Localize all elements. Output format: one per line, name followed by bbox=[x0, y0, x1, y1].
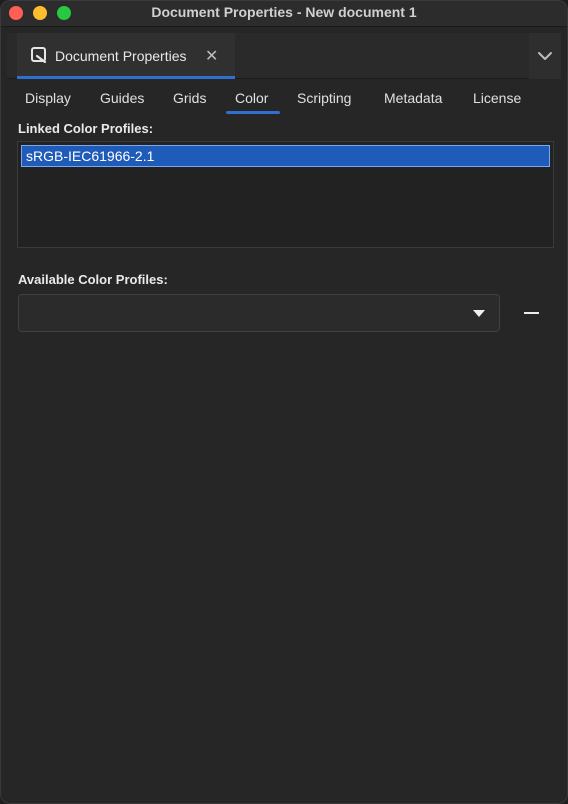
linked-profiles-list[interactable]: sRGB-IEC61966-2.1 bbox=[17, 141, 554, 248]
available-profiles-dropdown[interactable] bbox=[18, 294, 500, 332]
dropdown-arrow-icon bbox=[473, 310, 485, 317]
chevron-down-icon bbox=[538, 52, 552, 60]
dock-tab-label: Document Properties bbox=[55, 48, 187, 64]
document-properties-window: Document Properties - New document 1 Doc… bbox=[0, 0, 568, 804]
minus-icon bbox=[524, 312, 539, 314]
title-bar: Document Properties - New document 1 bbox=[1, 1, 567, 27]
dock-menu-button[interactable] bbox=[529, 33, 561, 79]
tab-scripting[interactable]: Scripting bbox=[297, 90, 351, 106]
dock-tab-bar: Document Properties ✕ bbox=[7, 33, 561, 79]
available-profiles-label: Available Color Profiles: bbox=[18, 272, 168, 287]
inkscape-document-icon bbox=[31, 47, 47, 63]
close-tab-icon[interactable]: ✕ bbox=[205, 46, 218, 66]
properties-tab-bar: Display Guides Grids Color Scripting Met… bbox=[7, 81, 561, 115]
tab-grids[interactable]: Grids bbox=[173, 90, 206, 106]
list-item[interactable]: sRGB-IEC61966-2.1 bbox=[21, 145, 550, 167]
tab-color[interactable]: Color bbox=[235, 90, 268, 106]
linked-profiles-label: Linked Color Profiles: bbox=[18, 121, 154, 136]
tab-guides[interactable]: Guides bbox=[100, 90, 144, 106]
remove-profile-button[interactable] bbox=[517, 303, 543, 323]
active-tab-indicator bbox=[226, 111, 280, 114]
dock-tab-document-properties[interactable]: Document Properties ✕ bbox=[17, 33, 235, 79]
tab-license[interactable]: License bbox=[473, 90, 521, 106]
window-title: Document Properties - New document 1 bbox=[151, 4, 417, 20]
tab-metadata[interactable]: Metadata bbox=[384, 90, 442, 106]
tab-display[interactable]: Display bbox=[25, 90, 71, 106]
